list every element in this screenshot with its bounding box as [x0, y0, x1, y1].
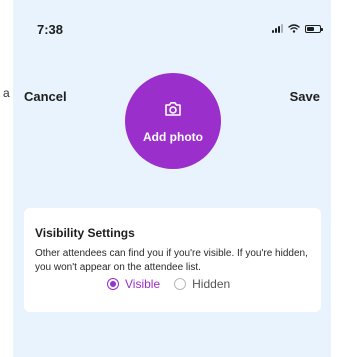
status-icons [272, 24, 323, 33]
visible-radio-option[interactable]: Visible [107, 277, 160, 291]
visibility-settings-description: Other attendees can find you if you're v… [35, 248, 308, 273]
visibility-radio-group: Visible Hidden [107, 276, 230, 292]
camera-icon [165, 102, 181, 116]
save-button[interactable]: Save [290, 89, 320, 104]
add-photo-button[interactable]: Add photo [125, 73, 221, 169]
hidden-radio-option[interactable]: Hidden [174, 277, 230, 291]
visibility-settings-card: Visibility Settings Other attendees can … [24, 208, 321, 312]
status-time: 7:38 [37, 22, 64, 37]
profile-screen: 7:38 Cancel Save Add photo Visibility Se… [13, 0, 331, 357]
signal-icon [272, 24, 283, 33]
visible-radio-label[interactable]: Visible [125, 277, 160, 291]
add-photo-label: Add photo [143, 130, 203, 144]
left-edge-strip: a [0, 0, 13, 357]
right-edge-strip [331, 0, 344, 357]
battery-icon [305, 24, 323, 33]
wifi-icon [288, 24, 300, 33]
hidden-radio-button[interactable] [174, 278, 187, 290]
left-edge-letter: a [3, 86, 10, 100]
hidden-radio-label[interactable]: Hidden [192, 277, 230, 291]
cancel-button[interactable]: Cancel [24, 89, 67, 104]
status-bar: 7:38 [13, 0, 331, 44]
visibility-settings-title: Visibility Settings [35, 226, 135, 240]
visible-radio-button[interactable] [107, 278, 119, 290]
